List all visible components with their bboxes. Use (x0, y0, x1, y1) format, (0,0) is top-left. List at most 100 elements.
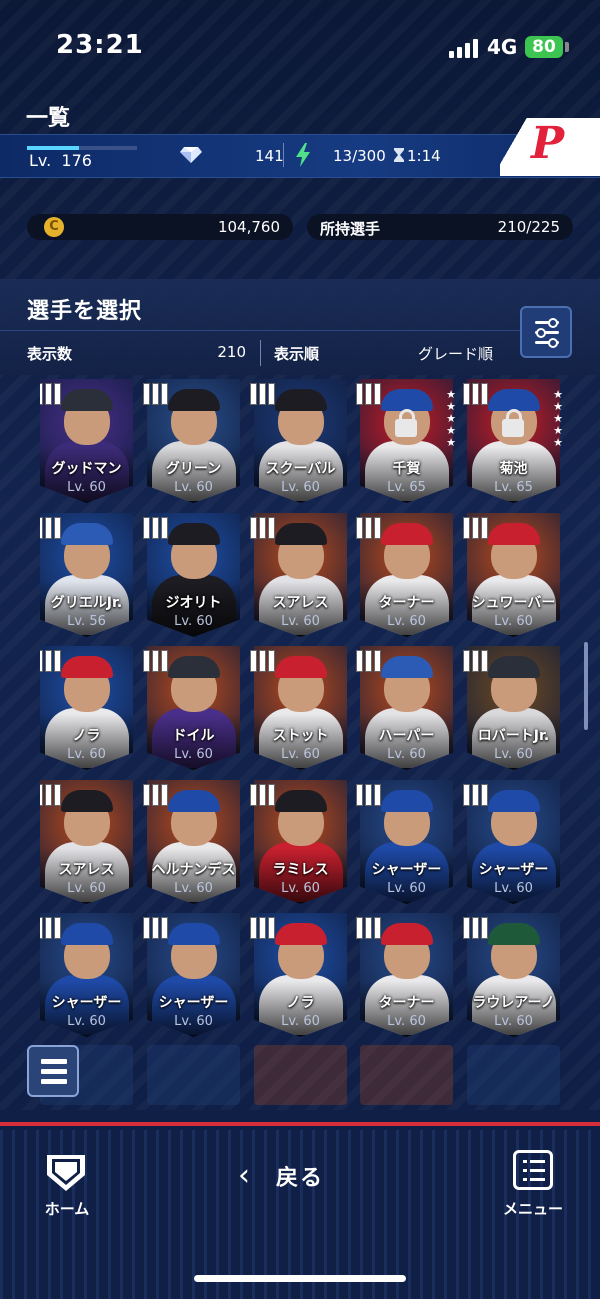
player-card[interactable]: ★ ★ ★ ★ ★ 千賀 Lv. 65 (356, 379, 456, 503)
player-card[interactable]: ノラ Lv. 60 (40, 646, 133, 770)
scrollbar[interactable] (584, 642, 588, 730)
grade-badge (356, 650, 381, 672)
player-level: Lv. 60 (494, 614, 533, 629)
player-card[interactable]: スクーバル Lv. 60 (250, 379, 347, 503)
player-name: ノラ (286, 995, 315, 1011)
nav-menu-label[interactable]: メニュー (490, 1198, 576, 1219)
player-card[interactable]: シャーザー Lv. 60 (356, 780, 453, 904)
owned-players-label: 所持選手 (320, 220, 381, 238)
player-level: Lv. 60 (387, 614, 426, 629)
rarity-stars: ★ ★ ★ ★ ★ (446, 388, 456, 449)
player-name: シャーザー (371, 862, 442, 878)
grade-badge (143, 784, 168, 806)
sort-order-value[interactable]: グレード順 (390, 343, 493, 364)
player-level: Lv. 60 (67, 1014, 106, 1029)
player-card[interactable]: ドイル Lv. 60 (143, 646, 240, 770)
network-type: 4G (487, 35, 518, 59)
grade-badge (463, 650, 488, 672)
player-card[interactable]: スアレス Lv. 60 (40, 780, 133, 904)
filter-button[interactable] (520, 306, 572, 358)
nav-home-label[interactable]: ホーム (32, 1198, 102, 1219)
player-level: Lv. 60 (494, 747, 533, 762)
player-level: Lv. 60 (67, 747, 106, 762)
player-name: ラウレアーノ (472, 995, 555, 1011)
grade-badge (356, 784, 381, 806)
back-button[interactable]: 戻る (276, 1160, 324, 1192)
player-name: ドイル (172, 728, 215, 744)
coin-amount: 104,760 (217, 218, 280, 236)
player-card[interactable]: グッドマン Lv. 60 (40, 379, 133, 503)
grade-badge (463, 517, 488, 539)
player-card[interactable]: ジオリト Lv. 60 (143, 513, 240, 637)
diamond-icon (180, 147, 202, 163)
team-logo: P (531, 118, 565, 169)
player-card[interactable]: ラウレアーノ Lv. 60 (463, 913, 560, 1037)
player-card[interactable]: スアレス Lv. 60 (250, 513, 347, 637)
player-name: シャーザー (478, 862, 549, 878)
list-view-button[interactable] (27, 1045, 79, 1097)
grade-badge (143, 517, 168, 539)
grade-badge (463, 784, 488, 806)
grade-badge (250, 917, 275, 939)
player-card[interactable]: グリーン Lv. 60 (143, 379, 240, 503)
grade-badge (143, 917, 168, 939)
grade-badge (40, 917, 61, 939)
player-card[interactable]: ターナー Lv. 60 (356, 913, 453, 1037)
player-level: Lv. 60 (494, 1014, 533, 1029)
player-name: ノラ (72, 728, 101, 744)
home-indicator (194, 1275, 406, 1282)
grade-badge (356, 383, 381, 405)
player-name: グリエルJr. (50, 595, 123, 611)
player-card[interactable]: ターナー Lv. 60 (356, 513, 453, 637)
player-card[interactable]: シャーザー Lv. 60 (40, 913, 133, 1037)
player-level: Lv. 60 (281, 881, 320, 896)
player-card[interactable]: ラミレス Lv. 60 (250, 780, 347, 904)
player-level: Lv. 60 (281, 480, 320, 495)
player-name: スクーバル (265, 461, 336, 477)
player-card[interactable]: シュワーバー Lv. 60 (463, 513, 560, 637)
player-level: Lv. 60 (494, 881, 533, 896)
player-card[interactable]: ロバートJr. Lv. 60 (463, 646, 560, 770)
back-arrow-icon[interactable]: ‹ (238, 1158, 250, 1193)
gem-count: 141 (255, 147, 284, 165)
menu-icon[interactable] (513, 1150, 553, 1190)
player-level: Lv. 60 (174, 881, 213, 896)
player-card[interactable]: グリエルJr. Lv. 56 (40, 513, 133, 637)
player-card[interactable]: ヘルナンデス Lv. 60 (143, 780, 240, 904)
status-bar: 23:21 4G 80 (0, 0, 600, 95)
stamina-timer: 1:14 (407, 147, 441, 165)
level-label: Lv. (29, 151, 52, 170)
player-name: スアレス (58, 862, 115, 878)
divider (260, 340, 261, 366)
player-card[interactable]: ★ ★ ★ ★ ★ 菊池 Lv. 65 (463, 379, 563, 503)
player-level: Lv. 65 (387, 480, 426, 495)
page-title: 一覧 (26, 106, 71, 131)
player-card[interactable]: シャーザー Lv. 60 (143, 913, 240, 1037)
player-card[interactable]: ノラ Lv. 60 (250, 913, 347, 1037)
player-name: シャーザー (51, 995, 122, 1011)
home-plate-icon[interactable] (45, 1153, 87, 1193)
player-name: ラミレス (272, 862, 329, 878)
player-name: グッドマン (51, 461, 122, 477)
player-card[interactable]: ストット Lv. 60 (250, 646, 347, 770)
coin-icon: C (44, 217, 64, 237)
nav-accent-line (0, 1122, 600, 1126)
grade-badge (250, 383, 275, 405)
player-name: 千賀 (392, 461, 421, 477)
player-level: Lv. 60 (387, 1014, 426, 1029)
player-level: Lv. 60 (67, 480, 106, 495)
lock-icon (395, 409, 417, 437)
player-level: Lv. 60 (67, 881, 106, 896)
grade-badge (40, 650, 61, 672)
grade-badge (143, 650, 168, 672)
player-name: ジオリト (165, 595, 222, 611)
grade-badge (250, 650, 275, 672)
grade-badge (250, 784, 275, 806)
player-card[interactable]: シャーザー Lv. 60 (463, 780, 560, 904)
player-card[interactable]: ハーパー Lv. 60 (356, 646, 453, 770)
rarity-stars: ★ ★ ★ ★ ★ (553, 388, 563, 449)
faded-card-row (40, 1045, 570, 1105)
player-level: Lv. 60 (174, 480, 213, 495)
grade-badge (143, 383, 168, 405)
player-level: Lv. 60 (387, 747, 426, 762)
